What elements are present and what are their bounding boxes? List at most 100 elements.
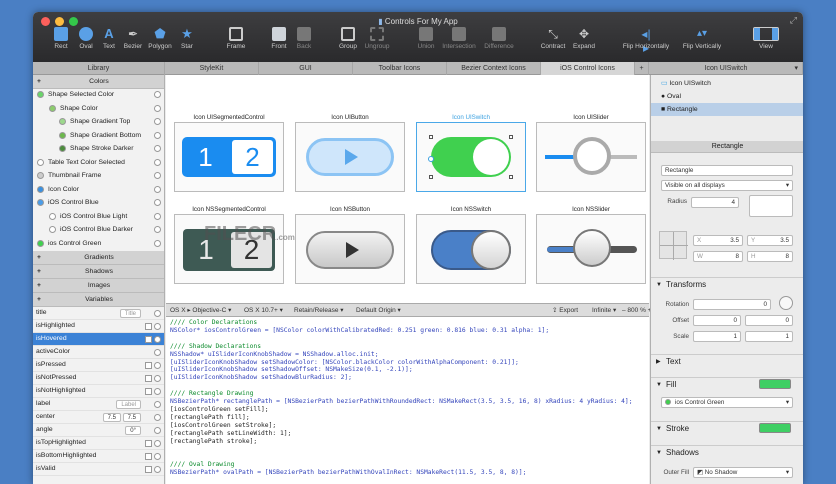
tree-item-rectangle[interactable]: ■ Rectangle [651,103,803,116]
fill-color-swatch[interactable] [759,379,791,389]
y-field[interactable]: Y 3.5 [747,235,793,246]
selection-handle[interactable] [429,135,433,139]
variable-checkbox[interactable] [145,453,152,460]
variable-checkbox[interactable] [145,466,152,473]
scale-x-field[interactable]: 1 [693,331,741,342]
detail-icon[interactable] [154,323,161,330]
os-version-select[interactable]: OS X 10.7+ ▾ [244,304,283,317]
color-item[interactable]: Table Text Color Selected [33,156,164,170]
images-header[interactable]: + Images [33,279,164,293]
angle-field[interactable]: 0° [125,426,141,435]
detail-icon[interactable] [154,388,161,395]
back-button[interactable]: Back [284,27,324,50]
detail-icon[interactable] [154,414,161,421]
detail-icon[interactable] [154,466,161,473]
gradients-header[interactable]: + Gradients [33,251,164,265]
tab-bezier-context-icons[interactable]: Bezier Context Icons [447,62,541,75]
fullscreen-icon[interactable]: ⤢ [790,15,797,26]
variable-row[interactable]: angle 0° [33,424,164,437]
tab-toolbar-icons[interactable]: Toolbar Icons [353,62,447,75]
variable-row[interactable]: activeColor [33,346,164,359]
shadows-section[interactable]: ▼ Shadows [651,445,803,459]
detail-icon[interactable] [154,132,161,139]
text-section[interactable]: ▶ Text [651,354,803,368]
zoom-level[interactable]: – 800 % + [622,304,651,317]
variable-value-field[interactable]: Label [116,400,141,409]
variable-row[interactable]: title Title [33,307,164,320]
color-item[interactable]: Shape Color [33,102,164,116]
detail-icon[interactable] [154,172,161,179]
view-button[interactable]: View [746,27,786,50]
canvas-cell-frame[interactable] [295,214,405,284]
detail-icon[interactable] [154,186,161,193]
flip-horizontally-button[interactable]: ◂|▸ Flip Horizontally [616,27,676,55]
canvas-cell-frame[interactable] [536,214,646,284]
color-item[interactable]: Shape Stroke Darker [33,142,164,156]
detail-icon[interactable] [154,362,161,369]
canvas-cell[interactable]: Icon UISegmentedControl 1 2 [174,113,284,192]
canvas-cell-selected[interactable]: Icon UISwitch [416,113,526,192]
color-item[interactable]: ios Control Green [33,237,164,251]
color-item[interactable]: iOS Control Blue [33,196,164,210]
detail-icon[interactable] [154,401,161,408]
variable-row[interactable]: isNotPressed [33,372,164,385]
canvas-cell-frame[interactable] [416,122,526,192]
canvas-cell-frame[interactable] [295,122,405,192]
anchor-grid-icon[interactable] [659,231,688,260]
frame-tool-button[interactable]: Frame [216,27,256,50]
tab-library[interactable]: Library [33,62,165,75]
height-field[interactable]: H8 [747,251,793,262]
selection-handle[interactable] [509,135,513,139]
shape-name-field[interactable]: Rectangle [661,165,793,176]
tab-inspector-title[interactable]: Icon UISwitch ▾ [650,62,803,75]
origin-marker-icon[interactable] [428,156,434,162]
shadows-header[interactable]: + Shadows [33,265,164,279]
variable-row[interactable]: isTopHighlighted [33,437,164,450]
selection-handle[interactable] [429,175,433,179]
variable-row[interactable]: isHighlighted [33,320,164,333]
drawing-canvas[interactable]: Icon UISegmentedControl 1 2 Icon UIButto… [166,75,649,303]
detail-icon[interactable] [154,336,161,343]
selection-handle[interactable] [509,175,513,179]
variable-value-field[interactable]: Title [119,309,141,318]
transforms-section[interactable]: ▼ Transforms [651,277,803,291]
ungroup-button[interactable]: Ungroup [357,27,397,50]
detail-icon[interactable] [154,240,161,247]
tree-item-icon-uiswitch[interactable]: ▭ Icon UISwitch [651,77,803,90]
detail-icon[interactable] [154,213,161,220]
intersection-button[interactable]: Intersection [439,27,479,50]
canvas-cell[interactable]: Icon UIButton [295,113,405,192]
memory-select[interactable]: Retain/Release ▾ [294,304,344,317]
canvas-cell[interactable]: Icon NSButton [295,205,405,284]
detail-icon[interactable] [154,91,161,98]
width-field[interactable]: W8 [693,251,743,262]
color-item[interactable]: Shape Selected Color [33,88,164,102]
color-item[interactable]: Shape Gradient Top [33,115,164,129]
detail-icon[interactable] [154,375,161,382]
canvas-cell[interactable]: Icon UISlider [536,113,646,192]
radius-field[interactable]: 4 [691,197,739,208]
detail-icon[interactable] [154,159,161,166]
detail-icon[interactable] [154,199,161,206]
code-view[interactable]: //// Color Declarations NSColor* iosContr… [166,317,649,484]
detail-icon[interactable] [154,453,161,460]
outer-shadow-select[interactable]: ◩ No Shadow ▾ [693,467,793,478]
offset-y-field[interactable]: 0 [745,315,793,326]
variable-row[interactable]: isPressed [33,359,164,372]
difference-button[interactable]: Difference [479,27,519,50]
color-item[interactable]: Shape Gradient Bottom [33,129,164,143]
detail-icon[interactable] [154,427,161,434]
canvas-cell[interactable]: Icon NSSlider [536,205,646,284]
variable-checkbox[interactable] [145,362,152,369]
corner-radius-picker[interactable] [749,195,793,217]
fill-color-select[interactable]: ios Control Green ▾ [661,397,793,408]
rotation-field[interactable]: 0 [693,299,771,310]
x-field[interactable]: X 3.5 [693,235,743,246]
infinite-select[interactable]: Infinite ▾ [592,304,616,317]
origin-select[interactable]: Default Origin ▾ [356,304,401,317]
canvas-cell-frame[interactable]: 1 2 [174,122,284,192]
add-tab-button[interactable]: + [635,62,649,75]
color-item[interactable]: Thumbnail Frame [33,169,164,183]
detail-icon[interactable] [154,310,161,317]
canvas-cell-frame[interactable] [416,214,526,284]
